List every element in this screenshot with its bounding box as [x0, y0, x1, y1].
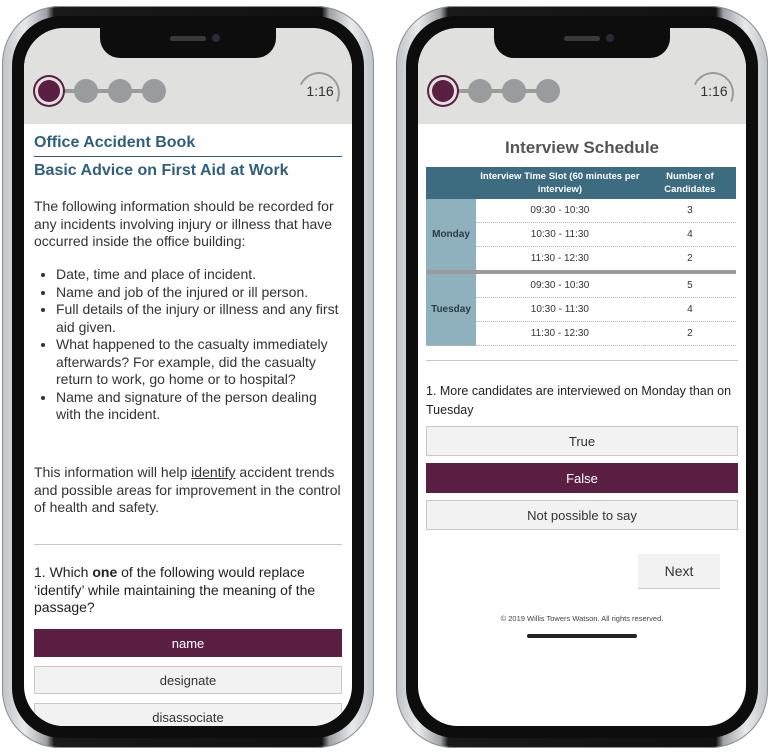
day-label-monday: Monday: [426, 199, 476, 273]
progress-step-4: [142, 79, 166, 103]
answer-option-false[interactable]: False: [426, 463, 738, 493]
progress-step-3: [502, 79, 526, 103]
table-cell-count: 3: [643, 199, 736, 223]
answer-option-designate[interactable]: designate: [34, 666, 342, 694]
answer-option-disassociate[interactable]: disassociate: [34, 703, 342, 726]
schedule-table: Interview Time Slot (60 minutes per inte…: [426, 167, 736, 346]
page-title: Office Accident Book: [34, 134, 342, 157]
question-emphasis: one: [92, 564, 118, 580]
progress-step-1: [432, 80, 454, 102]
table-cell-slot: 10:30 - 11:30: [476, 297, 644, 322]
progress-step-2: [74, 79, 98, 103]
closing-paragraph: This information will help identify acci…: [34, 464, 344, 517]
speaker-icon: [170, 36, 206, 41]
answer-option-not-possible[interactable]: Not possible to say: [426, 500, 738, 530]
table-header-row: Interview Time Slot (60 minutes per inte…: [426, 167, 736, 199]
day-label-tuesday: Tuesday: [426, 270, 476, 346]
question-text: 1. Which one of the following would repl…: [34, 564, 344, 617]
list-item: What happened to the casualty immediatel…: [56, 336, 344, 389]
table-cell-slot: 11:30 - 12:30: [476, 321, 644, 346]
table-cell-slot: 11:30 - 12:30: [476, 246, 644, 273]
question-text: 1. More candidates are interviewed on Mo…: [426, 384, 732, 417]
table-cell-count: 5: [643, 270, 736, 298]
list-item: Name and job of the injured or ill perso…: [56, 284, 344, 302]
intro-paragraph: The following information should be reco…: [34, 198, 334, 249]
list-item: Date, time and place of incident.: [56, 266, 344, 284]
progress-step-1: [38, 80, 60, 102]
timer-value: 1:16: [306, 83, 334, 99]
camera-icon: [606, 34, 614, 42]
question-prefix: 1. Which: [34, 564, 93, 580]
answer-option-true[interactable]: True: [426, 426, 738, 456]
passage-content: Office Accident Book Basic Advice on Fir…: [24, 124, 352, 726]
phone-frame-right: 1:16 Interview Schedule Interview Time S…: [396, 6, 768, 748]
table-header-slot: Interview Time Slot (60 minutes per inte…: [476, 167, 644, 199]
table-cell-slot: 10:30 - 11:30: [476, 222, 644, 247]
notch: [100, 28, 276, 58]
progress-step-3: [108, 79, 132, 103]
copyright-footer: © 2019 Willis Towers Watson. All rights …: [500, 614, 664, 623]
home-indicator[interactable]: [527, 634, 637, 638]
section-heading: Basic Advice on First Aid at Work: [34, 162, 289, 179]
progress-indicator: [432, 78, 562, 104]
table-header-day: [426, 167, 476, 199]
progress-indicator: [38, 78, 168, 104]
phone-frame-left: 1:16 Office Accident Book Basic Advice o…: [2, 6, 374, 748]
progress-step-4: [536, 79, 560, 103]
table-row: Tuesday 09:30 - 10:30 5: [426, 270, 736, 346]
list-item: Name and signature of the person dealing…: [56, 389, 344, 424]
table-cell-slot: 09:30 - 10:30: [476, 199, 644, 223]
screen-right: 1:16 Interview Schedule Interview Time S…: [418, 28, 746, 726]
divider: [34, 544, 342, 545]
table-cell-count: 2: [643, 246, 736, 273]
screen-left: 1:16 Office Accident Book Basic Advice o…: [24, 28, 352, 726]
table-cell-count: 4: [643, 297, 736, 322]
speaker-icon: [564, 36, 600, 41]
table-row: Monday 09:30 - 10:30 3: [426, 199, 736, 273]
keyword-identify: identify: [191, 464, 236, 480]
table-cell-count: 4: [643, 222, 736, 247]
list-item: Full details of the injury or illness an…: [56, 301, 344, 336]
timer-value: 1:16: [700, 83, 728, 99]
table-cell-slot: 09:30 - 10:30: [476, 270, 644, 298]
next-button[interactable]: Next: [638, 554, 720, 589]
answer-option-name[interactable]: name: [34, 629, 342, 657]
table-cell-count: 2: [643, 321, 736, 346]
bullet-list: Date, time and place of incident. Name a…: [34, 266, 344, 424]
progress-step-2: [468, 79, 492, 103]
page-title: Interview Schedule: [505, 138, 659, 157]
table-header-count: Number of Candidates: [643, 167, 736, 199]
notch: [494, 28, 670, 58]
divider: [426, 360, 738, 361]
camera-icon: [212, 34, 220, 42]
closing-text-start: This information will help: [34, 464, 192, 480]
